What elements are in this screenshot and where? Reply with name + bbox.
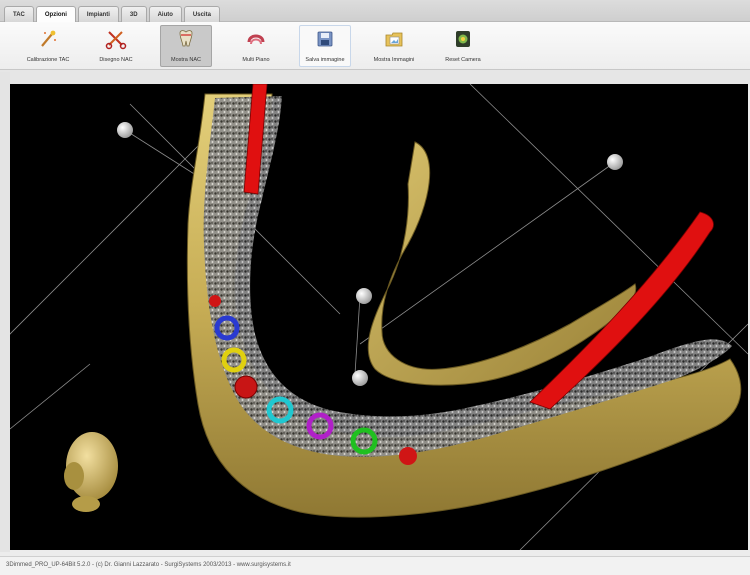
reset-camera-button[interactable]: Reset Camera (437, 25, 489, 67)
salva-immagine-label: Salva immagine (305, 57, 345, 63)
reset-camera-label: Reset Camera (445, 57, 481, 63)
mostra-immagini-button[interactable]: Mostra Immagini (368, 25, 420, 67)
disegno-nac-label: Disegno NAC (99, 57, 133, 63)
multiplane-icon (247, 34, 265, 45)
salva-immagine-button[interactable]: Salva immagine (299, 25, 351, 67)
disegno-nac-button[interactable]: Disegno NAC (90, 25, 142, 67)
3d-viewport[interactable] (10, 84, 748, 550)
calibrazione-tac-button[interactable]: Calibrazione TAC (22, 25, 74, 67)
wand-icon (41, 30, 56, 47)
ribbon-toolbar: Calibrazione TAC Disegno NAC Mostra NAC (0, 22, 750, 70)
orientation-head-icon (64, 432, 118, 512)
mandible-3d-render (10, 84, 748, 550)
tab-3d[interactable]: 3D (120, 6, 147, 22)
tab-uscita[interactable]: Uscita (183, 6, 220, 22)
save-image-icon (317, 31, 333, 47)
left-panel-edge (0, 72, 10, 552)
application-window: TAC Opzioni Impianti 3D Aiuto Uscita Cal… (0, 0, 750, 575)
tab-aiuto[interactable]: Aiuto (148, 6, 182, 22)
status-text: 3Dimmed_PRO_UP-64Bit 5.2.0 - (c) Dr. Gia… (6, 562, 291, 568)
tooth-icon (179, 30, 193, 47)
camera-reset-icon (456, 31, 470, 47)
tab-tac[interactable]: TAC (4, 6, 34, 22)
mostra-nac-button[interactable]: Mostra NAC (160, 25, 212, 67)
tab-bar: TAC Opzioni Impianti 3D Aiuto Uscita (0, 0, 750, 23)
mostra-nac-label: Mostra NAC (171, 57, 201, 63)
images-folder-icon (385, 32, 403, 47)
mostra-immagini-label: Mostra Immagini (373, 57, 415, 63)
calibrazione-tac-label: Calibrazione TAC (26, 57, 70, 63)
status-bar: 3Dimmed_PRO_UP-64Bit 5.2.0 - (c) Dr. Gia… (0, 556, 750, 575)
toolbar-separator (0, 70, 750, 84)
multi-piano-label: Multi Piano (242, 57, 270, 63)
scissors-icon (105, 31, 127, 50)
tab-opzioni[interactable]: Opzioni (35, 6, 76, 23)
tab-impianti[interactable]: Impianti (77, 6, 119, 22)
multi-piano-button[interactable]: Multi Piano (230, 25, 282, 67)
